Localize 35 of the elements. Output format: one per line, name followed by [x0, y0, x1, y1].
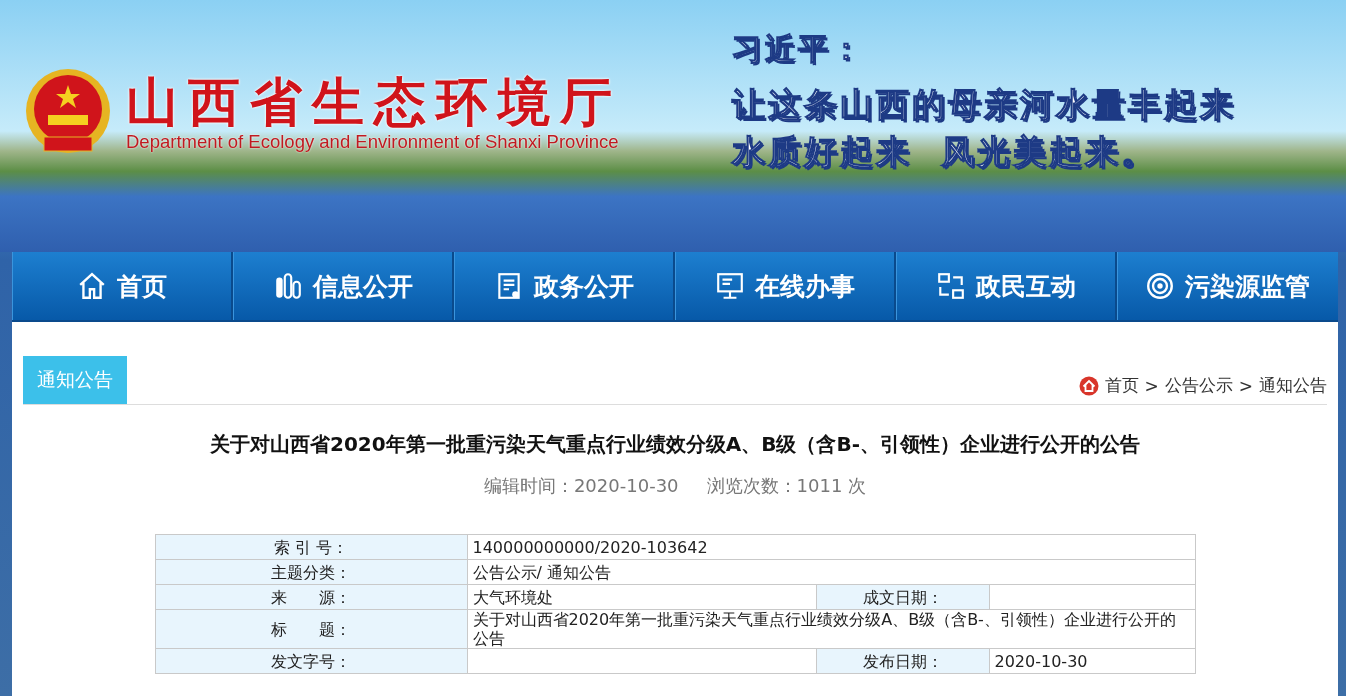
field-label: 标 题：: [155, 609, 467, 649]
edit-time: 编辑时间：2020-10-30: [483, 474, 679, 498]
site-title: 山西省生态环境厅: [126, 73, 622, 131]
field-value: 大气环境处: [467, 584, 816, 610]
slogan-line: 水质好起来 风光美起来。: [732, 130, 1158, 172]
article-title: 关于对山西省2020年第一批重污染天气重点行业绩效分级A、B级（含B-、引领性）企业进行公开的公告: [209, 431, 1141, 458]
nav-tab[interactable]: 信息公开: [233, 252, 454, 320]
field-label: 发文字号：: [155, 648, 467, 674]
breadcrumb-separator: >: [1144, 375, 1159, 396]
target-icon: [1145, 271, 1175, 301]
nav-tab[interactable]: 在线办事: [675, 252, 896, 320]
slogan-line: 让这条山西的母亲河水量丰起来: [732, 83, 1236, 125]
field-label: 来 源：: [155, 584, 467, 610]
monitor-icon: [714, 271, 745, 301]
site-subtitle: Department of Ecology and Environment of Shanxi Province: [126, 130, 620, 153]
exchange-icon: [935, 271, 966, 301]
breadcrumb-link[interactable]: 首页: [1104, 374, 1139, 397]
field-value: 140000000000/2020-103642: [467, 534, 1195, 560]
nav-tab[interactable]: 污染源监管: [1117, 252, 1338, 320]
nav-tab[interactable]: 首页: [12, 252, 233, 320]
breadcrumb-link[interactable]: 公告公示: [1164, 374, 1233, 397]
field-value: 2020-10-30: [989, 648, 1195, 674]
view-count: 浏览次数：1011 次: [706, 474, 867, 498]
nav-tab[interactable]: 政务公开: [454, 252, 675, 320]
field-label: 发布日期：: [816, 648, 989, 674]
quote-author: 习近平：: [732, 30, 865, 68]
nav-tab[interactable]: 政民互动: [896, 252, 1117, 320]
breadcrumb-separator: >: [1238, 375, 1253, 396]
field-value: 公告公示/ 通知公告: [467, 559, 1195, 585]
home-icon: [1078, 375, 1099, 396]
field-label: 主题分类：: [155, 559, 467, 585]
field-label: 索 引 号：: [155, 534, 467, 560]
field-value: 关于对山西省2020年第一批重污染天气重点行业绩效分级A、B级（含B-、引领性）企业进行公开的公告: [467, 609, 1195, 649]
breadcrumb-link[interactable]: 通知公告: [1259, 374, 1327, 397]
field-label: 成文日期：: [816, 584, 989, 610]
